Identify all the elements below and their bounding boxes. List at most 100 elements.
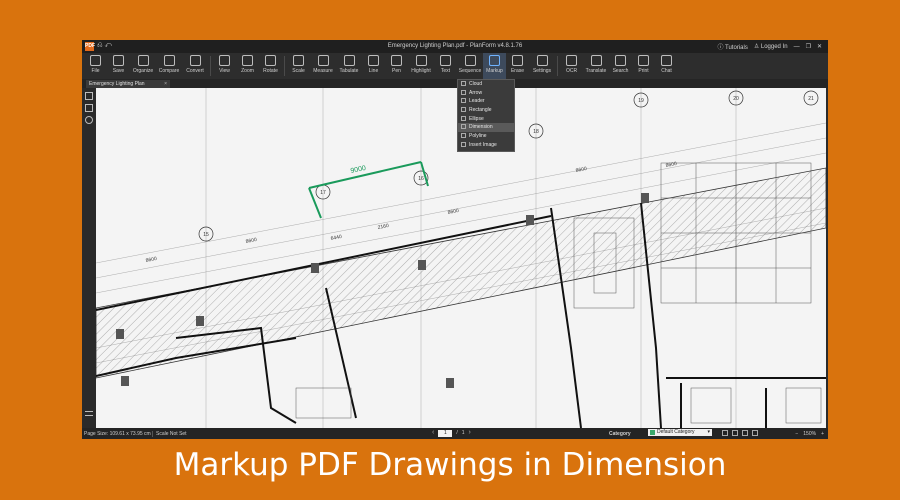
tool-label: Organize xyxy=(132,68,154,74)
tool-scale[interactable]: Scale xyxy=(287,53,310,79)
tool-convert[interactable]: Convert xyxy=(182,53,208,79)
tool-tabulate[interactable]: Tabulate xyxy=(336,53,362,79)
tool-label: Convert xyxy=(186,68,204,74)
tool-search[interactable]: Search xyxy=(609,53,632,79)
single-page-icon[interactable] xyxy=(722,430,728,436)
dim-label: 8600 xyxy=(665,161,677,169)
toolbar-separator xyxy=(284,56,285,76)
category-color-swatch xyxy=(650,430,655,435)
category-label: Category xyxy=(609,431,631,437)
translate-icon xyxy=(590,55,602,66)
tool-label: File xyxy=(91,68,100,74)
tool-text[interactable]: Text xyxy=(434,53,457,79)
hamburger-menu-icon[interactable] xyxy=(85,411,93,416)
rectangle-icon xyxy=(461,107,466,113)
help-icon[interactable] xyxy=(85,116,93,124)
tool-chat[interactable]: Chat xyxy=(655,53,678,79)
dim-label: 8600 xyxy=(575,166,587,174)
close-icon[interactable]: ✕ xyxy=(817,43,822,50)
zoom-level[interactable]: 150% xyxy=(803,431,816,437)
tutorials-link[interactable]: ⓘ Tutorials xyxy=(717,42,747,51)
menu-item-leader[interactable]: Leader xyxy=(458,97,514,106)
tool-label: Search xyxy=(612,68,629,74)
zoom-in-icon[interactable]: + xyxy=(821,431,824,437)
tool-label: View xyxy=(219,68,230,74)
page-separator: / xyxy=(456,430,458,436)
prev-page-icon[interactable]: ‹ xyxy=(432,429,434,437)
tool-file[interactable]: File xyxy=(84,53,107,79)
logged-in-label: Logged In xyxy=(760,44,788,50)
category-select[interactable]: Default Category ▾ xyxy=(648,429,712,436)
folder-icon xyxy=(90,55,101,66)
tool-highlight[interactable]: Highlight xyxy=(408,53,434,79)
dim-label: 8600 xyxy=(447,208,459,216)
tab-close-icon[interactable]: × xyxy=(164,80,167,88)
measure-icon xyxy=(317,55,329,66)
tool-erase[interactable]: Erase xyxy=(506,53,529,79)
account-menu[interactable]: ♙ Logged In xyxy=(754,43,788,50)
search-icon xyxy=(615,55,626,66)
scale-icon xyxy=(293,55,304,66)
menu-item-cloud[interactable]: Cloud xyxy=(458,80,514,89)
compare-icon xyxy=(163,55,175,66)
tool-save[interactable]: Save xyxy=(107,53,130,79)
tool-label: Rotate xyxy=(263,68,278,74)
dimension-markup[interactable] xyxy=(308,161,429,219)
tab-emergency-lighting-plan[interactable]: Emergency Lighting Plan × xyxy=(86,80,170,88)
menu-item-polyline[interactable]: Polyline xyxy=(458,132,514,141)
tool-measure[interactable]: Measure xyxy=(310,53,336,79)
text-icon xyxy=(440,55,451,66)
menu-item-dimension[interactable]: Dimension xyxy=(458,123,514,133)
next-page-icon[interactable]: › xyxy=(469,429,471,437)
tool-label: Line xyxy=(368,68,379,74)
menu-item-ellipse[interactable]: Ellipse xyxy=(458,115,514,124)
dim-label: 6440 xyxy=(330,234,342,242)
tool-pen[interactable]: Pen xyxy=(385,53,408,79)
tool-settings[interactable]: Settings xyxy=(529,53,555,79)
sequence-icon xyxy=(464,55,476,66)
status-bar: Page Size: 109.61 x 73.95 cm Scale Not S… xyxy=(82,428,828,439)
tool-label: Settings xyxy=(532,68,552,74)
settings-icon xyxy=(536,55,548,66)
toolbar-separator xyxy=(557,56,558,76)
tool-line[interactable]: Line xyxy=(362,53,385,79)
fit-width-icon[interactable] xyxy=(732,430,738,436)
tool-sequence[interactable]: Sequence xyxy=(457,53,483,79)
grid-view-icon[interactable] xyxy=(752,430,758,436)
fit-page-icon[interactable] xyxy=(742,430,748,436)
tool-label: Erase xyxy=(510,68,525,74)
restore-icon[interactable]: ❐ xyxy=(806,43,811,50)
tool-rotate[interactable]: Rotate xyxy=(259,53,282,79)
scale-status[interactable]: Scale Not Set xyxy=(152,431,187,437)
tool-organize[interactable]: Organize xyxy=(130,53,156,79)
menu-item-rectangle[interactable]: Rectangle xyxy=(458,106,514,115)
convert-icon xyxy=(189,55,201,66)
tool-markup[interactable]: Markup xyxy=(483,53,506,79)
thumbnails-icon[interactable] xyxy=(85,104,93,112)
tool-print[interactable]: Print xyxy=(632,53,655,79)
tool-ocr[interactable]: OCR xyxy=(560,53,583,79)
menu-item-arrow[interactable]: Arrow xyxy=(458,89,514,98)
dim-label: 8600 xyxy=(245,237,257,245)
tool-zoom[interactable]: Zoom xyxy=(236,53,259,79)
highlight-icon xyxy=(415,55,427,66)
category-value: Default Category xyxy=(657,429,695,435)
page-total: 1 xyxy=(461,430,465,436)
arrow-icon xyxy=(461,89,466,95)
tool-view[interactable]: View xyxy=(213,53,236,79)
tool-label: Sequence xyxy=(458,68,482,74)
bookmark-icon[interactable] xyxy=(85,92,93,100)
document-tab-bar: Emergency Lighting Plan × xyxy=(82,79,828,88)
zoom-out-icon[interactable]: − xyxy=(795,431,798,437)
minimize-icon[interactable]: — xyxy=(794,44,800,50)
page-input[interactable]: 1 xyxy=(438,429,453,437)
grid-marker-label: 20 xyxy=(733,96,739,102)
tool-compare[interactable]: Compare xyxy=(156,53,182,79)
menu-item-label: Cloud xyxy=(469,81,483,87)
menu-item-insert-image[interactable]: Insert Image xyxy=(458,141,514,150)
print-icon xyxy=(638,55,649,66)
menu-item-label: Dimension xyxy=(469,124,493,131)
organize-icon xyxy=(137,55,149,66)
tool-translate[interactable]: Translate xyxy=(583,53,609,79)
grid-marker-label: 19 xyxy=(638,98,644,104)
